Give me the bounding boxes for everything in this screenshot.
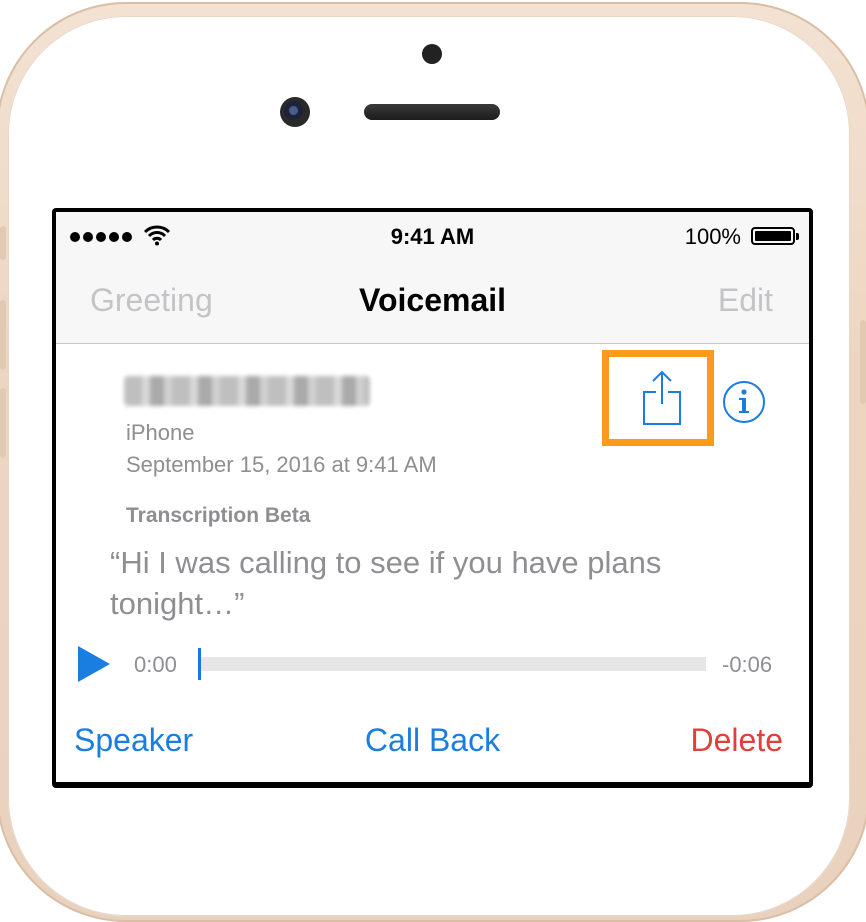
navigation-bar: Greeting Voicemail Edit (56, 260, 809, 344)
time-elapsed: 0:00 (134, 652, 177, 677)
share-icon[interactable] (642, 370, 682, 426)
action-bar: Speaker Call Back Delete (56, 714, 809, 774)
front-camera (280, 97, 310, 127)
voicemail-datetime: September 15, 2016 at 9:41 AM (126, 452, 437, 477)
speaker-button[interactable]: Speaker (74, 722, 193, 759)
play-icon[interactable] (76, 644, 112, 684)
voicemail-detail: iPhone September 15, 2016 at 9:41 AM Tra… (56, 344, 809, 782)
caller-name-blurred (124, 376, 370, 406)
delete-button[interactable]: Delete (691, 722, 784, 759)
proximity-sensor (422, 44, 442, 64)
earpiece-speaker (364, 104, 500, 120)
volume-up-button (0, 300, 6, 370)
power-button (860, 320, 866, 404)
mute-switch (0, 226, 6, 260)
scrubber-track[interactable] (200, 657, 706, 671)
transcription-text: “Hi I was calling to see if you have pla… (110, 545, 662, 621)
battery-icon (751, 227, 799, 245)
volume-down-button (0, 388, 6, 458)
scrubber-handle[interactable] (198, 648, 201, 680)
status-bar: 9:41 AM 100% (56, 212, 809, 260)
edit-button[interactable]: Edit (718, 282, 773, 319)
info-icon[interactable] (722, 380, 766, 424)
caller-device: iPhone (126, 420, 195, 445)
time-remaining: -0:06 (722, 652, 773, 677)
transcription-label: Transcription Beta (126, 504, 311, 527)
call-back-button[interactable]: Call Back (365, 722, 500, 758)
voicemail-screen: 9:41 AM 100% Greeting Voicemail Edit iPh… (56, 212, 809, 782)
battery-percent: 100% (684, 224, 741, 249)
page-title: Voicemail (358, 282, 507, 318)
